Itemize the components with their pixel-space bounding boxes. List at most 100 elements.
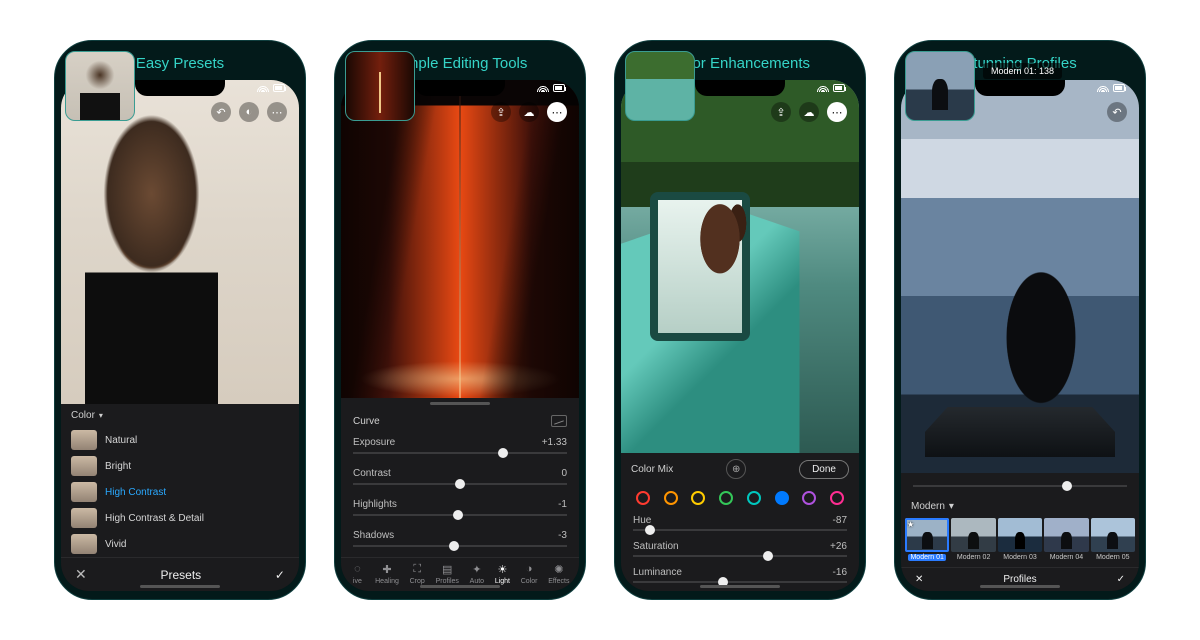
drag-handle[interactable]	[430, 402, 490, 405]
slider-contrast[interactable]: Contrast0	[341, 464, 579, 495]
chevron-down-icon: ▾	[99, 411, 103, 420]
close-icon[interactable]: ✕	[75, 566, 87, 583]
notch	[415, 80, 505, 96]
home-indicator	[140, 585, 220, 588]
tool-auto[interactable]: ✦Auto	[470, 562, 484, 585]
auto-icon: ✦	[470, 562, 484, 576]
slider-knob[interactable]	[498, 448, 508, 458]
profile-item-selected[interactable]: ★Modern 01	[905, 518, 949, 561]
tool-profiles[interactable]: ▤Profiles	[436, 562, 459, 585]
wifi-icon	[257, 84, 269, 92]
slider-highlights[interactable]: Highlights-1	[341, 495, 579, 526]
profile-group[interactable]: Modern ▾	[901, 497, 1139, 516]
top-action-bar: ↶ ◐ ⋯	[211, 102, 287, 122]
phone-easy-presets: Easy Presets ↶ ◐ ⋯ Color ▾ Natural Brigh…	[54, 40, 306, 600]
profile-item[interactable]: Modern 04	[1044, 518, 1088, 561]
swatch-blue-selected[interactable]	[775, 491, 789, 505]
done-button[interactable]: Done	[799, 460, 849, 479]
battery-icon	[553, 84, 565, 92]
slider-hue[interactable]: Hue-87	[621, 513, 859, 539]
confirm-icon[interactable]: ✓	[1117, 574, 1125, 585]
tool-color[interactable]: ◑Color	[521, 562, 538, 585]
healing-icon: ✚	[380, 562, 394, 576]
tool-healing[interactable]: ✚Healing	[375, 562, 399, 585]
swatch-magenta[interactable]	[830, 491, 844, 505]
slider-knob[interactable]	[645, 525, 655, 535]
more-icon[interactable]: ⋯	[827, 102, 847, 122]
before-thumbnail[interactable]	[625, 51, 695, 121]
swatch-green[interactable]	[719, 491, 733, 505]
screen: ↶ Modern ▾ ★Modern 01 Modern 02 Modern 0…	[901, 80, 1139, 591]
notch	[695, 80, 785, 96]
preset-category[interactable]: Color ▾	[61, 404, 299, 427]
crop-icon: ⛶	[410, 562, 424, 576]
photo-detail	[925, 394, 1115, 457]
undo-icon[interactable]: ↶	[1107, 102, 1127, 122]
curve-label: Curve	[353, 416, 380, 427]
intensity-slider[interactable]	[901, 473, 1139, 497]
wifi-icon	[817, 84, 829, 92]
confirm-icon[interactable]: ✓	[275, 568, 285, 582]
close-icon[interactable]: ✕	[915, 574, 923, 585]
swatch-orange[interactable]	[664, 491, 678, 505]
battery-icon	[833, 84, 845, 92]
top-action-bar: ↶	[1107, 102, 1127, 122]
curve-icon	[551, 415, 567, 427]
light-panel: Curve Exposure+1.33 Contrast0 Highlights…	[341, 398, 579, 591]
preset-item-selected[interactable]: High Contrast	[61, 479, 299, 505]
photo-subject	[688, 192, 759, 296]
home-indicator	[700, 585, 780, 588]
adjust-icon[interactable]: ◐	[239, 102, 259, 122]
share-icon[interactable]: ⇪	[491, 102, 511, 122]
share-icon[interactable]: ⇪	[771, 102, 791, 122]
slider-knob[interactable]	[453, 510, 463, 520]
edited-photo[interactable]	[901, 80, 1139, 473]
undo-icon[interactable]: ↶	[211, 102, 231, 122]
profile-item[interactable]: Modern 05	[1091, 518, 1135, 561]
slider-knob[interactable]	[449, 541, 459, 551]
star-icon: ★	[907, 520, 914, 529]
battery-icon	[273, 84, 285, 92]
before-thumbnail[interactable]	[65, 51, 135, 121]
swatch-aqua[interactable]	[747, 491, 761, 505]
slider-knob[interactable]	[1062, 481, 1072, 491]
edited-photo[interactable]	[61, 80, 299, 404]
status-bar	[1097, 84, 1125, 92]
slider-saturation[interactable]: Saturation+26	[621, 539, 859, 565]
top-action-bar: ⇪ ☁ ⋯	[491, 102, 567, 122]
screen: ⇪ ☁ ⋯ Color Mix ⊕ Done	[621, 80, 859, 591]
slider-shadows[interactable]: Shadows-3	[341, 526, 579, 557]
preset-item[interactable]: High Contrast & Detail	[61, 505, 299, 531]
slider-knob[interactable]	[763, 551, 773, 561]
cloud-icon[interactable]: ☁	[799, 102, 819, 122]
panel-title: Presets	[160, 568, 201, 582]
more-icon[interactable]: ⋯	[267, 102, 287, 122]
curve-row[interactable]: Curve	[341, 409, 579, 433]
profile-item[interactable]: Modern 03	[998, 518, 1042, 561]
chevron-down-icon: ▾	[949, 501, 954, 512]
slider-knob[interactable]	[455, 479, 465, 489]
cloud-icon[interactable]: ☁	[519, 102, 539, 122]
edited-photo[interactable]	[341, 80, 579, 398]
home-indicator	[420, 585, 500, 588]
swatch-purple[interactable]	[802, 491, 816, 505]
tool-effects[interactable]: ✺Effects	[548, 562, 569, 585]
tool-selective[interactable]: ◌ive	[350, 562, 364, 585]
before-thumbnail[interactable]	[905, 51, 975, 121]
edited-photo[interactable]	[621, 80, 859, 453]
slider-exposure[interactable]: Exposure+1.33	[341, 433, 579, 464]
preset-item[interactable]: Vivid	[61, 531, 299, 557]
target-picker-icon[interactable]: ⊕	[726, 459, 746, 479]
tool-light[interactable]: ☀Light	[495, 562, 510, 585]
profile-item[interactable]: Modern 02	[951, 518, 995, 561]
color-mix-panel: Color Mix ⊕ Done Hue-87 Saturation+26	[621, 453, 859, 591]
tool-crop[interactable]: ⛶Crop	[410, 562, 425, 585]
swatch-red[interactable]	[636, 491, 650, 505]
preset-item[interactable]: Natural	[61, 427, 299, 453]
more-icon[interactable]: ⋯	[547, 102, 567, 122]
before-thumbnail[interactable]	[345, 51, 415, 121]
preset-item[interactable]: Bright	[61, 453, 299, 479]
wifi-icon	[1097, 84, 1109, 92]
light-icon: ☀	[495, 562, 509, 576]
swatch-yellow[interactable]	[691, 491, 705, 505]
